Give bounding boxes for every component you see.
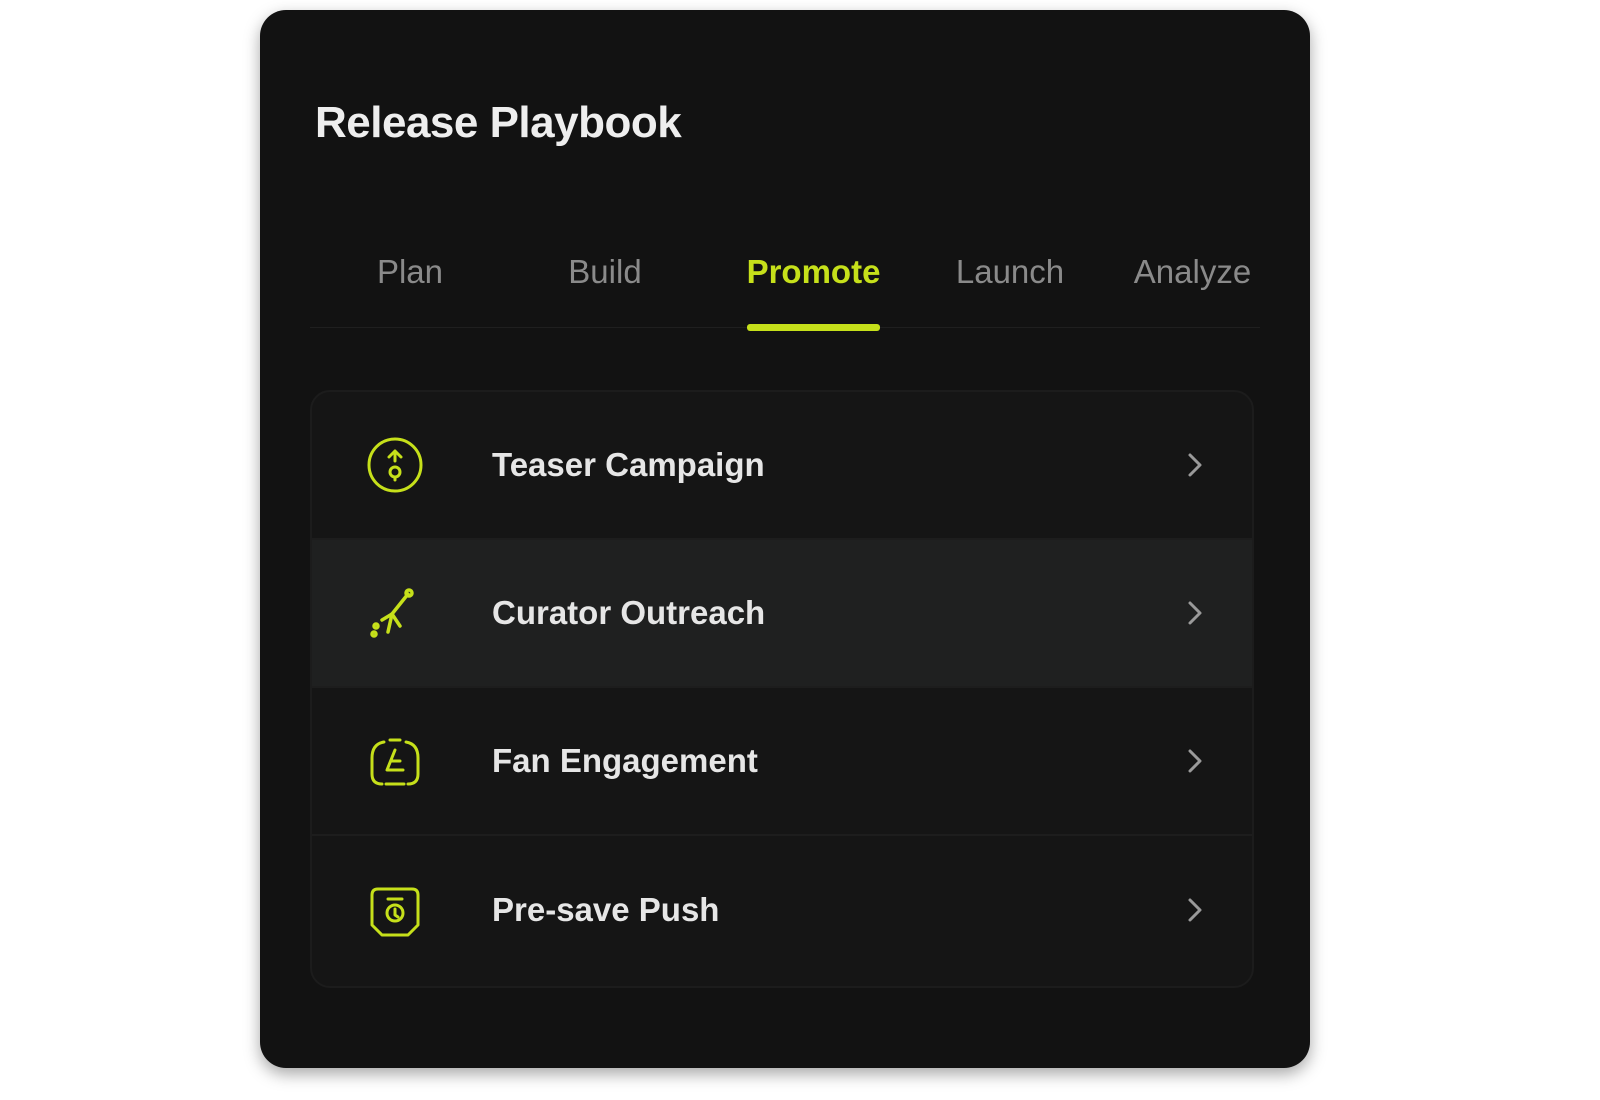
tab-label: Analyze [1133, 253, 1252, 290]
list-item-label: Teaser Campaign [492, 446, 765, 483]
tab-label: Build [568, 253, 642, 290]
tab-plan[interactable]: Plan [360, 245, 460, 327]
teaser-icon [362, 432, 428, 498]
pre-save-icon [362, 877, 428, 943]
tab-promote[interactable]: Promote [746, 245, 881, 331]
tab-bar: Plan Build Promote Launch Analyze [310, 245, 1260, 331]
tab-analyze[interactable]: Analyze [1130, 245, 1255, 327]
playbook-list: Teaser Campaign Curator Outreach Fan Eng… [310, 390, 1254, 988]
outreach-icon [362, 580, 428, 646]
panel-title: Release Playbook [315, 98, 682, 147]
tab-label: Promote [746, 253, 881, 290]
tab-label: Plan [376, 253, 444, 290]
list-item-label: Pre-save Push [492, 891, 720, 928]
list-item-pre-save-push[interactable]: Pre-save Push [312, 836, 1252, 984]
list-item-label: Fan Engagement [492, 742, 758, 779]
active-tab-indicator [747, 324, 880, 331]
list-item-curator-outreach[interactable]: Curator Outreach [312, 540, 1252, 688]
chevron-right-icon [1180, 741, 1210, 781]
tab-launch[interactable]: Launch [950, 245, 1070, 327]
chevron-right-icon [1180, 593, 1210, 633]
list-item-teaser-campaign[interactable]: Teaser Campaign [312, 392, 1252, 540]
tab-build[interactable]: Build [555, 245, 655, 327]
chevron-right-icon [1180, 445, 1210, 485]
release-playbook-panel: Release Playbook Plan Build Promote Laun… [260, 10, 1310, 1068]
chevron-right-icon [1180, 890, 1210, 930]
list-item-label: Curator Outreach [492, 594, 766, 631]
list-item-fan-engagement[interactable]: Fan Engagement [312, 688, 1252, 836]
fan-engagement-icon [362, 728, 428, 794]
tab-label: Launch [955, 253, 1065, 290]
